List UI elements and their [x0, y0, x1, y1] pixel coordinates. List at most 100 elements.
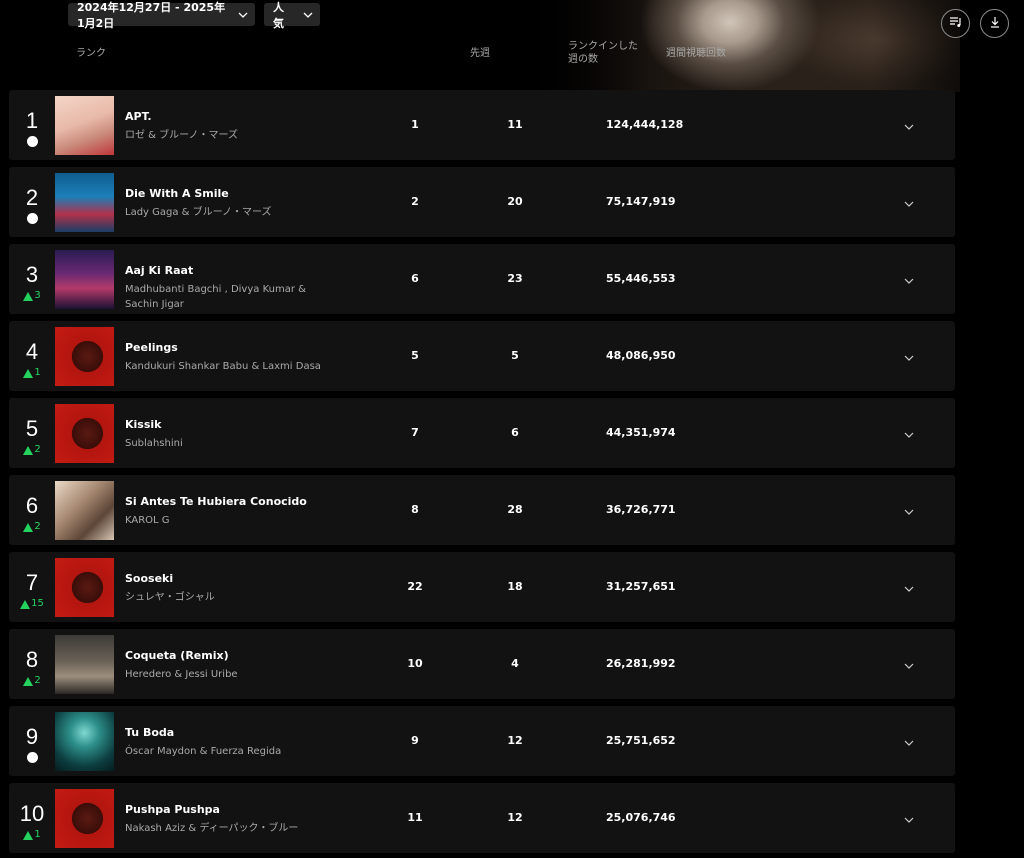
song-title[interactable]: APT. [125, 110, 152, 123]
last-week-rank: 22 [407, 580, 423, 593]
column-header-weekly-views: 週間視聴回数 [666, 48, 726, 59]
expand-chevron-icon[interactable] [903, 195, 915, 207]
rank-change: 1 [9, 829, 55, 841]
weeks-header-line2: 週の数 [568, 54, 598, 65]
expand-chevron-icon[interactable] [903, 580, 915, 592]
last-week-rank: 5 [411, 349, 419, 362]
last-week-rank: 11 [407, 811, 423, 824]
weekly-views: 124,444,128 [606, 118, 684, 131]
chart-row[interactable]: 4 1 Peelings Kandukuri Shankar Babu & La… [9, 321, 955, 391]
artist-name[interactable]: Madhubanti Bagchi , Divya Kumar & Sachin… [125, 282, 340, 312]
expand-chevron-icon[interactable] [903, 349, 915, 361]
chart-row[interactable]: 1 APT. ロゼ & ブルーノ・マーズ 1 11 124,444,128 [9, 90, 955, 160]
thumbnail[interactable] [55, 327, 114, 386]
rank-change-value: 1 [34, 367, 41, 378]
song-title[interactable]: Si Antes Te Hubiera Conocido [125, 495, 307, 508]
weekly-views: 55,446,553 [606, 272, 676, 285]
song-title[interactable]: Die With A Smile [125, 187, 229, 200]
song-title[interactable]: Sooseki [125, 572, 173, 585]
rank-number: 1 [25, 108, 39, 133]
chart-list: 1 APT. ロゼ & ブルーノ・マーズ 1 11 124,444,128 2 … [9, 90, 955, 858]
add-to-playlist-button[interactable] [941, 9, 970, 38]
thumbnail[interactable] [55, 173, 114, 232]
thumbnail[interactable] [55, 789, 114, 848]
thumbnail[interactable] [55, 250, 114, 309]
artist-name[interactable]: KAROL G [125, 513, 340, 528]
expand-chevron-icon[interactable] [903, 734, 915, 746]
song-title[interactable]: Kissik [125, 418, 161, 431]
download-icon [988, 14, 1002, 33]
weekly-views: 25,751,652 [606, 734, 676, 747]
no-change-dot-icon [26, 213, 38, 224]
rank-change [9, 213, 55, 224]
last-week-rank: 6 [411, 272, 419, 285]
artist-name[interactable]: Nakash Aziz & ディーパック・ブルー [125, 821, 340, 836]
weeks-on-chart: 18 [507, 580, 523, 593]
up-arrow-icon [23, 291, 34, 301]
artist-name[interactable]: Sublahshini [125, 436, 340, 451]
no-change-dot-icon [26, 136, 38, 147]
thumbnail[interactable] [55, 96, 114, 155]
artist-name[interactable]: シュレヤ・ゴシャル [125, 590, 340, 605]
expand-chevron-icon[interactable] [903, 426, 915, 438]
weeks-on-chart: 6 [511, 426, 519, 439]
rank-change-value: 2 [34, 444, 41, 455]
thumbnail[interactable] [55, 635, 114, 694]
artist-name[interactable]: Lady Gaga & ブルーノ・マーズ [125, 205, 340, 220]
expand-chevron-icon[interactable] [903, 811, 915, 823]
chart-row[interactable]: 6 2 Si Antes Te Hubiera Conocido KAROL G… [9, 475, 955, 545]
weekly-views: 31,257,651 [606, 580, 676, 593]
artist-name[interactable]: Kandukuri Shankar Babu & Laxmi Dasa [125, 359, 340, 374]
rank-change-value: 2 [34, 675, 41, 686]
chart-row[interactable]: 3 3 Aaj Ki Raat Madhubanti Bagchi , Divy… [9, 244, 955, 314]
song-title[interactable]: Tu Boda [125, 726, 174, 739]
column-header-last-week: 先週 [470, 48, 490, 59]
rank-number: 8 [25, 647, 39, 672]
download-button[interactable] [980, 9, 1009, 38]
rank-change [9, 752, 55, 763]
rank-number: 9 [25, 724, 39, 749]
no-change-dot-icon [26, 752, 38, 763]
up-arrow-icon [23, 522, 34, 532]
expand-chevron-icon[interactable] [903, 657, 915, 669]
song-title[interactable]: Pushpa Pushpa [125, 803, 220, 816]
up-arrow-icon [23, 445, 34, 455]
thumbnail[interactable] [55, 481, 114, 540]
expand-chevron-icon[interactable] [903, 118, 915, 130]
rank-change: 2 [9, 444, 55, 456]
artist-name[interactable]: ロゼ & ブルーノ・マーズ [125, 128, 340, 143]
artist-name[interactable]: Heredero & Jessi Uribe [125, 667, 340, 682]
thumbnail[interactable] [55, 712, 114, 771]
chart-row[interactable]: 2 Die With A Smile Lady Gaga & ブルーノ・マーズ … [9, 167, 955, 237]
expand-chevron-icon[interactable] [903, 503, 915, 515]
last-week-rank: 10 [407, 657, 423, 670]
song-title[interactable]: Aaj Ki Raat [125, 264, 193, 277]
weeks-on-chart: 23 [507, 272, 523, 285]
up-arrow-icon [23, 676, 34, 686]
chart-row[interactable]: 7 15 Sooseki シュレヤ・ゴシャル 22 18 31,257,651 [9, 552, 955, 622]
sort-label: 人気 [273, 0, 284, 30]
weeks-header-line1: ランクインした [568, 41, 638, 52]
date-range-dropdown[interactable]: 2024年12月27日 - 2025年1月2日 [68, 1, 255, 30]
rank-change-value: 2 [34, 521, 41, 532]
rank-number: 4 [25, 339, 39, 364]
sort-dropdown[interactable]: 人気 [264, 1, 320, 30]
rank-change: 2 [9, 675, 55, 687]
weekly-views: 48,086,950 [606, 349, 676, 362]
chart-row[interactable]: 8 2 Coqueta (Remix) Heredero & Jessi Uri… [9, 629, 955, 699]
thumbnail[interactable] [55, 404, 114, 463]
chart-row[interactable]: 5 2 Kissik Sublahshini 7 6 44,351,974 [9, 398, 955, 468]
weeks-on-chart: 20 [507, 195, 523, 208]
weeks-on-chart: 11 [507, 118, 523, 131]
weekly-views: 26,281,992 [606, 657, 676, 670]
chart-row[interactable]: 10 1 Pushpa Pushpa Nakash Aziz & ディーパック・… [9, 783, 955, 853]
chart-page: 2024年12月27日 - 2025年1月2日 人気 ランク 先週 ランクインし… [0, 0, 1024, 858]
chevron-down-icon [302, 9, 314, 21]
expand-chevron-icon[interactable] [903, 272, 915, 284]
up-arrow-icon [20, 599, 31, 609]
song-title[interactable]: Coqueta (Remix) [125, 649, 229, 662]
song-title[interactable]: Peelings [125, 341, 178, 354]
chart-row[interactable]: 9 Tu Boda Óscar Maydon & Fuerza Regida 9… [9, 706, 955, 776]
artist-name[interactable]: Óscar Maydon & Fuerza Regida [125, 744, 340, 759]
thumbnail[interactable] [55, 558, 114, 617]
